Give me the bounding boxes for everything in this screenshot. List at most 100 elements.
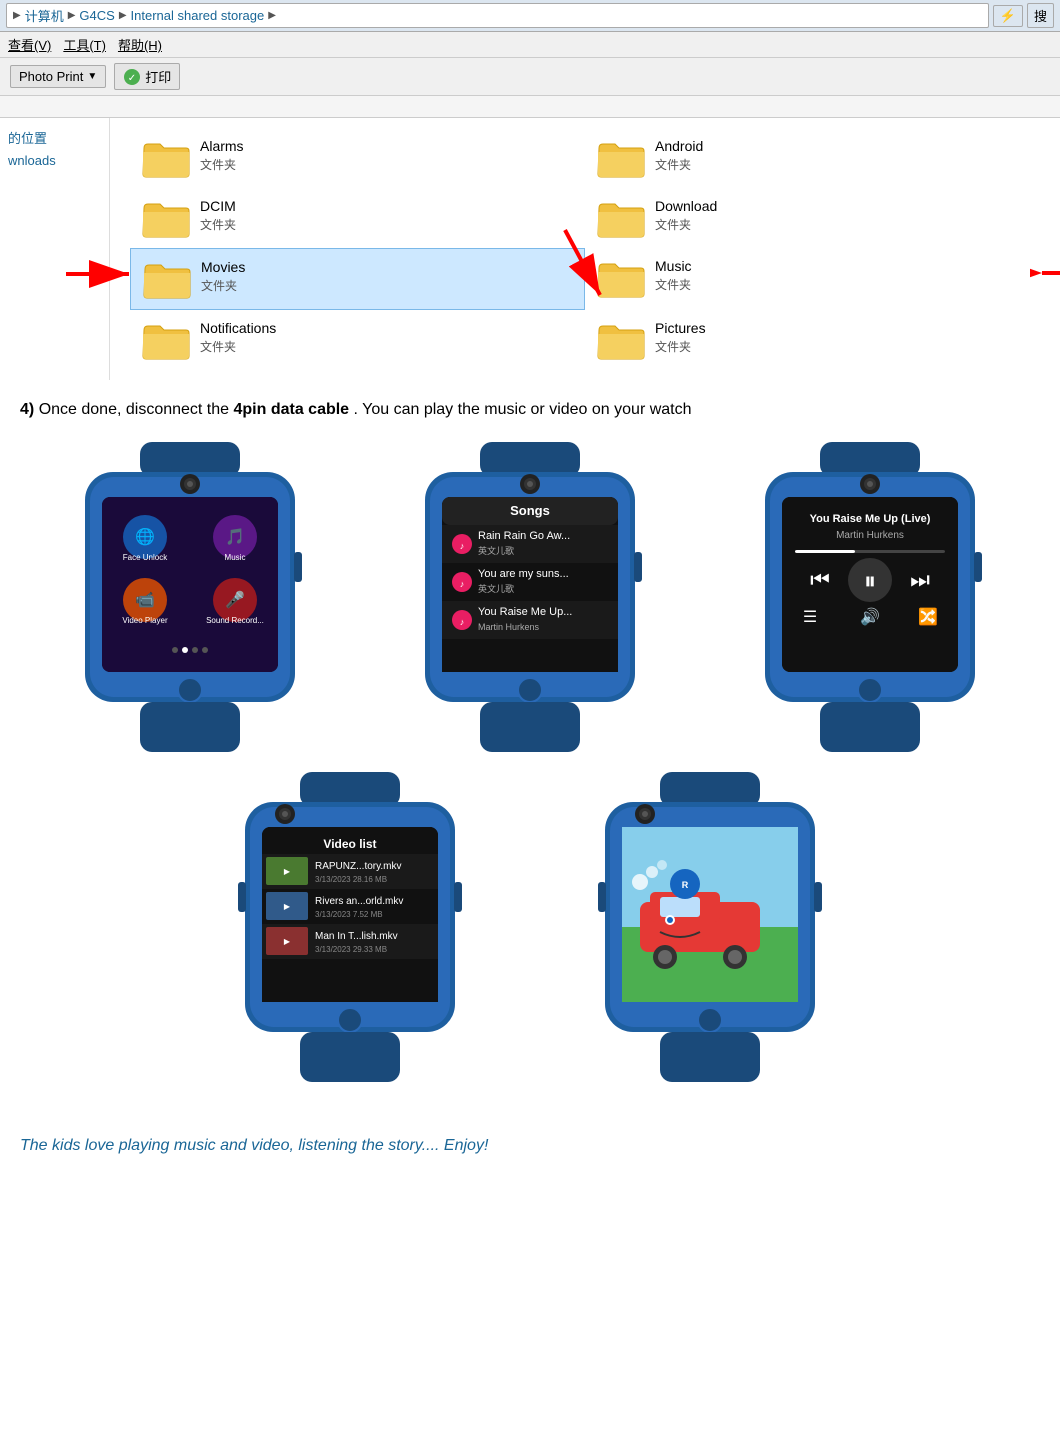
red-arrow-music [1030, 258, 1060, 291]
folder-notifications[interactable]: Notifications 文件夹 [130, 310, 585, 370]
folder-notifications-type: 文件夹 [200, 338, 276, 355]
breadcrumb-arrow-4: ▶ [268, 10, 276, 21]
folder-android-type: 文件夹 [655, 156, 703, 173]
folder-alarms[interactable]: Alarms 文件夹 [130, 128, 585, 188]
svg-text:RAPUNZ...tory.mkv: RAPUNZ...tory.mkv [315, 861, 401, 872]
folder-pictures-info: Pictures 文件夹 [655, 320, 706, 355]
folder-icon [143, 259, 191, 299]
menu-help[interactable]: 帮助(H) [118, 35, 162, 54]
watch-player-container: You Raise Me Up (Live) Martin Hurkens ⏮ … [730, 442, 1010, 752]
watch-songs: Songs ♪ Rain Rain Go Aw... 英文儿歌 ♪ You ar… [410, 442, 650, 752]
watch-menu-container: 🌐 Face Unlock 🎵 Music 📹 Video Player 🎤 S… [50, 442, 330, 752]
folder-movies-info: Movies 文件夹 [201, 259, 245, 294]
svg-text:♪: ♪ [460, 617, 465, 627]
breadcrumb[interactable]: ▶ 计算机 ▶ G4CS ▶ Internal shared storage ▶ [6, 3, 989, 28]
folder-pictures-type: 文件夹 [655, 338, 706, 355]
folder-notifications-info: Notifications 文件夹 [200, 320, 276, 355]
breadcrumb-storage[interactable]: Internal shared storage [131, 8, 265, 23]
folder-icon [597, 320, 645, 360]
svg-text:🎵: 🎵 [225, 528, 245, 546]
watch-player: You Raise Me Up (Live) Martin Hurkens ⏮ … [750, 442, 990, 752]
folder-movies-type: 文件夹 [201, 277, 245, 294]
folder-alarms-info: Alarms 文件夹 [200, 138, 244, 173]
menu-view[interactable]: 查看(V) [8, 35, 51, 54]
watch-cartoon-container: R [570, 772, 850, 1082]
svg-text:Martin Hurkens: Martin Hurkens [478, 622, 540, 632]
menu-tools[interactable]: 工具(T) [63, 35, 106, 54]
svg-text:3/13/2023 28.16 MB: 3/13/2023 28.16 MB [315, 875, 387, 884]
svg-text:♪: ♪ [460, 541, 465, 551]
svg-text:Face Unlock: Face Unlock [123, 553, 168, 562]
folder-icon [142, 138, 190, 178]
folder-music-name: Music [655, 258, 692, 274]
explorer-bar: ▶ 计算机 ▶ G4CS ▶ Internal shared storage ▶… [0, 0, 1060, 32]
step-text-after: . You can play the music or video on you… [354, 401, 692, 418]
sidebar-downloads[interactable]: wnloads [8, 153, 101, 168]
svg-text:Songs: Songs [510, 503, 550, 518]
svg-text:⏸: ⏸ [864, 568, 876, 595]
svg-text:🎤: 🎤 [225, 590, 245, 609]
menu-bar: 查看(V) 工具(T) 帮助(H) [0, 32, 1060, 58]
svg-text:You Raise Me Up...: You Raise Me Up... [478, 606, 572, 618]
folder-music[interactable]: Music 文件夹 [585, 248, 1040, 310]
svg-text:▶: ▶ [284, 937, 291, 946]
svg-text:🔀: 🔀 [918, 607, 938, 626]
step4-text: 4) Once done, disconnect the 4pin data c… [0, 380, 1060, 432]
sidebar-location[interactable]: 的位置 [8, 128, 101, 147]
folder-download-info: Download 文件夹 [655, 198, 717, 233]
folder-pictures[interactable]: Pictures 文件夹 [585, 310, 1040, 370]
svg-text:You are my suns...: You are my suns... [478, 568, 569, 580]
bottom-text: The kids love playing music and video, l… [0, 1122, 1060, 1170]
watch-video-container: Video list ▶ RAPUNZ...tory.mkv 3/13/2023… [210, 772, 490, 1082]
step-highlight: 4pin data cable [233, 401, 349, 418]
photo-print-label: Photo Print [19, 69, 83, 84]
svg-text:Martin Hurkens: Martin Hurkens [836, 530, 904, 541]
red-arrow-dcim [555, 225, 615, 308]
svg-text:Sound Record...: Sound Record... [206, 616, 264, 625]
watch-menu: 🌐 Face Unlock 🎵 Music 📹 Video Player 🎤 S… [70, 442, 310, 752]
step-text-before: Once done, disconnect the [39, 401, 234, 418]
expand-button[interactable]: 搜 [1027, 3, 1054, 28]
svg-text:Man In T...lish.mkv: Man In T...lish.mkv [315, 931, 398, 942]
svg-text:英文儿歌: 英文儿歌 [478, 545, 514, 556]
watches-row-1: 🌐 Face Unlock 🎵 Music 📹 Video Player 🎤 S… [20, 442, 1040, 752]
breadcrumb-arrow-3: ▶ [119, 10, 127, 21]
svg-text:♪: ♪ [460, 579, 465, 589]
folder-download[interactable]: Download 文件夹 [585, 188, 1040, 248]
folder-movies[interactable]: Movies 文件夹 [130, 248, 585, 310]
folder-dcim-info: DCIM 文件夹 [200, 198, 236, 233]
breadcrumb-arrow-2: ▶ [68, 10, 76, 21]
folder-alarms-type: 文件夹 [200, 156, 244, 173]
folder-alarms-name: Alarms [200, 138, 244, 154]
folder-android[interactable]: Android 文件夹 [585, 128, 1040, 188]
folder-pictures-name: Pictures [655, 320, 706, 336]
photo-print-button[interactable]: Photo Print ▼ [10, 65, 106, 88]
dropdown-arrow-icon[interactable]: ▼ [87, 71, 97, 82]
svg-text:▶: ▶ [284, 902, 291, 911]
breadcrumb-computer[interactable]: 计算机 [25, 6, 64, 25]
svg-text:英文儿歌: 英文儿歌 [478, 583, 514, 594]
print-icon: ✓ [123, 68, 141, 86]
folder-icon [142, 198, 190, 238]
folder-dcim[interactable]: DCIM 文件夹 [130, 188, 585, 248]
svg-text:⏭: ⏭ [910, 567, 930, 592]
address-bar-spacer [0, 96, 1060, 118]
svg-text:🌐: 🌐 [135, 527, 155, 546]
watches-row-2: Video list ▶ RAPUNZ...tory.mkv 3/13/2023… [20, 772, 1040, 1082]
breadcrumb-g4cs[interactable]: G4CS [79, 8, 114, 23]
svg-text:⏮: ⏮ [810, 567, 830, 592]
svg-text:3/13/2023 7.52 MB: 3/13/2023 7.52 MB [315, 910, 383, 919]
refresh-button[interactable]: ⚡ [993, 5, 1023, 27]
svg-text:Video Player: Video Player [122, 616, 168, 625]
watch-cartoon: R [590, 772, 830, 1082]
svg-text:3/13/2023 29.33 MB: 3/13/2023 29.33 MB [315, 945, 387, 954]
print-label: 打印 [145, 67, 171, 86]
watches-section: 🌐 Face Unlock 🎵 Music 📹 Video Player 🎤 S… [0, 432, 1060, 1122]
svg-text:📹: 📹 [135, 591, 155, 609]
red-arrow-movies [61, 259, 141, 292]
svg-text:Rain Rain Go Aw...: Rain Rain Go Aw... [478, 530, 570, 542]
folder-android-name: Android [655, 138, 703, 154]
folder-download-name: Download [655, 198, 717, 214]
print-button[interactable]: ✓ 打印 [114, 63, 180, 90]
toolbar: Photo Print ▼ ✓ 打印 [0, 58, 1060, 96]
